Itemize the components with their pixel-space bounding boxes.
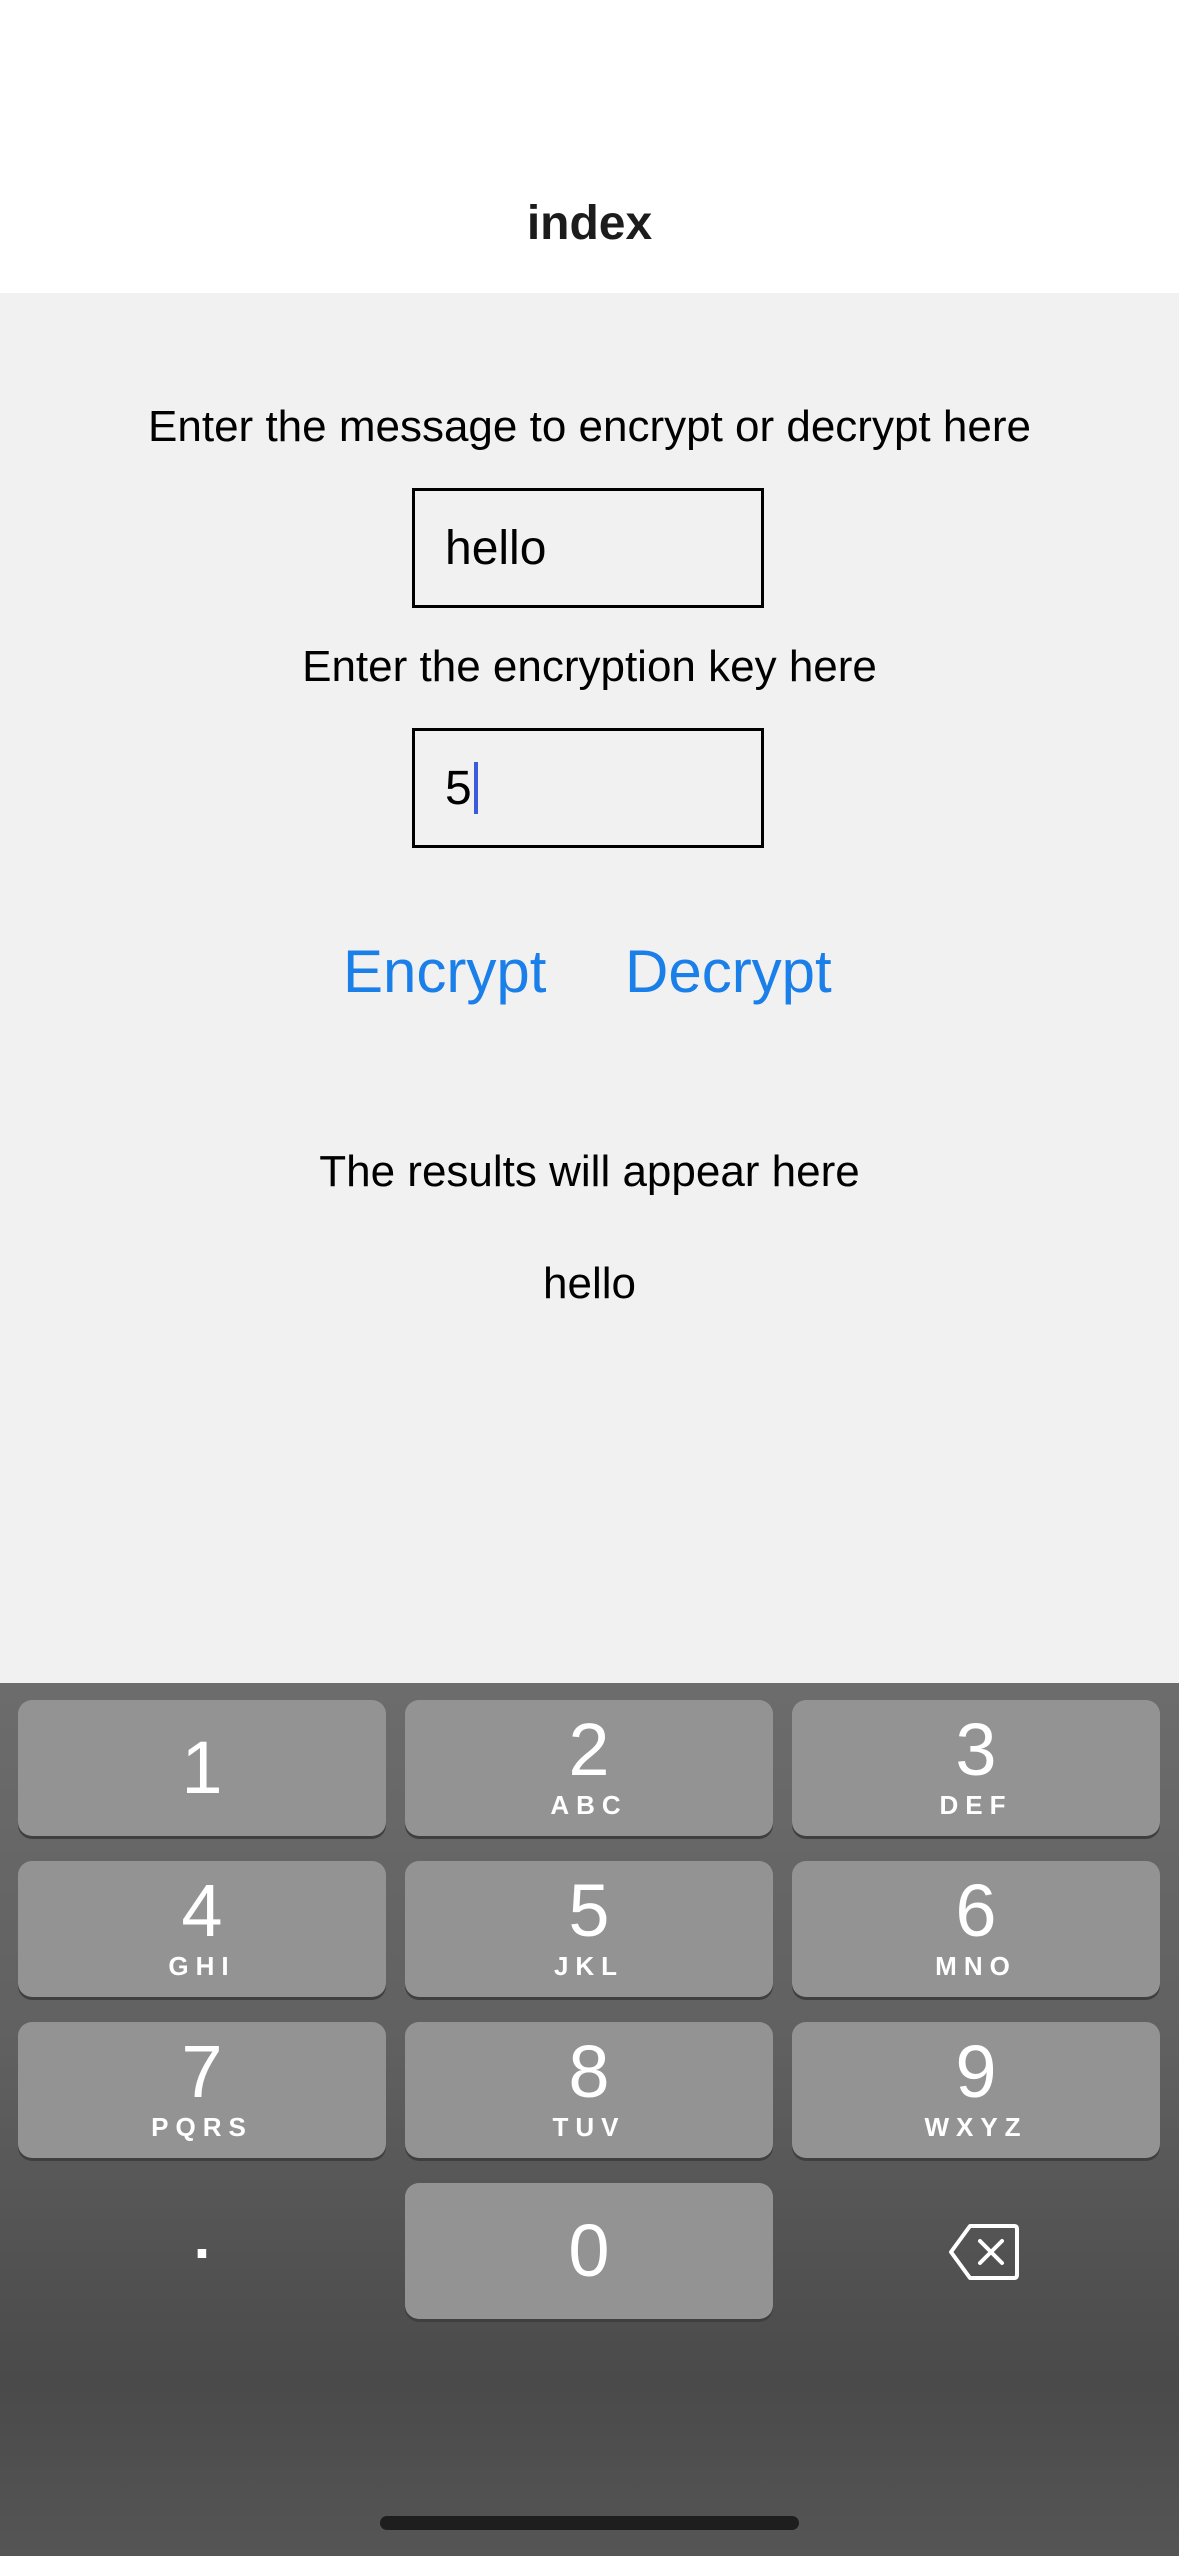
- key-3-letters: DEF: [939, 1790, 1013, 1820]
- key-label: Enter the encryption key here: [302, 642, 877, 691]
- key-7[interactable]: 7 PQRS: [18, 2022, 386, 2158]
- decimal-key-label: .: [193, 2204, 211, 2271]
- key-9-letters: WXYZ: [924, 2112, 1028, 2142]
- key-8-letters: TUV: [552, 2112, 626, 2142]
- message-input[interactable]: hello: [412, 488, 764, 608]
- key-5-digit: 5: [568, 1869, 610, 1952]
- key-6-letters: MNO: [935, 1951, 1017, 1981]
- key-9-digit: 9: [955, 2030, 997, 2113]
- key-7-digit: 7: [181, 2030, 223, 2113]
- numeric-keypad: 1 2 ABC 3 DEF 4 GHI 5 JKL 6 MNO 7 PQRS 8…: [0, 1683, 1179, 2556]
- key-4-digit: 4: [181, 1869, 223, 1952]
- decrypt-button[interactable]: Decrypt: [625, 937, 832, 1006]
- message-input-value: hello: [445, 521, 547, 575]
- results-value: hello: [543, 1259, 636, 1308]
- navigation-header: index: [0, 0, 1179, 293]
- key-3-digit: 3: [955, 1708, 997, 1791]
- key-0-digit: 0: [568, 2209, 610, 2292]
- home-indicator[interactable]: [380, 2516, 799, 2530]
- backspace-icon: [949, 2224, 1019, 2280]
- results-label: The results will appear here: [319, 1147, 860, 1196]
- decimal-key[interactable]: .: [18, 2183, 386, 2319]
- text-caret: [473, 762, 478, 814]
- message-label: Enter the message to encrypt or decrypt …: [148, 402, 1031, 451]
- delete-key[interactable]: [792, 2183, 1160, 2319]
- key-0[interactable]: 0: [405, 2183, 773, 2319]
- key-3[interactable]: 3 DEF: [792, 1700, 1160, 1836]
- key-input-value: 5: [445, 761, 472, 815]
- key-1-digit: 1: [181, 1726, 223, 1809]
- key-8-digit: 8: [568, 2030, 610, 2113]
- key-6-digit: 6: [955, 1869, 997, 1952]
- key-input[interactable]: 5: [412, 728, 764, 848]
- key-5[interactable]: 5 JKL: [405, 1861, 773, 1997]
- key-7-letters: PQRS: [151, 2112, 253, 2142]
- encrypt-button[interactable]: Encrypt: [343, 937, 546, 1006]
- page-title: index: [526, 197, 653, 250]
- key-1[interactable]: 1: [18, 1700, 386, 1836]
- key-2-digit: 2: [568, 1708, 610, 1791]
- key-6[interactable]: 6 MNO: [792, 1861, 1160, 1997]
- key-4[interactable]: 4 GHI: [18, 1861, 386, 1997]
- key-5-letters: JKL: [553, 1951, 625, 1981]
- key-9[interactable]: 9 WXYZ: [792, 2022, 1160, 2158]
- key-2[interactable]: 2 ABC: [405, 1700, 773, 1836]
- key-4-letters: GHI: [168, 1951, 236, 1981]
- key-2-letters: ABC: [550, 1790, 628, 1820]
- key-8[interactable]: 8 TUV: [405, 2022, 773, 2158]
